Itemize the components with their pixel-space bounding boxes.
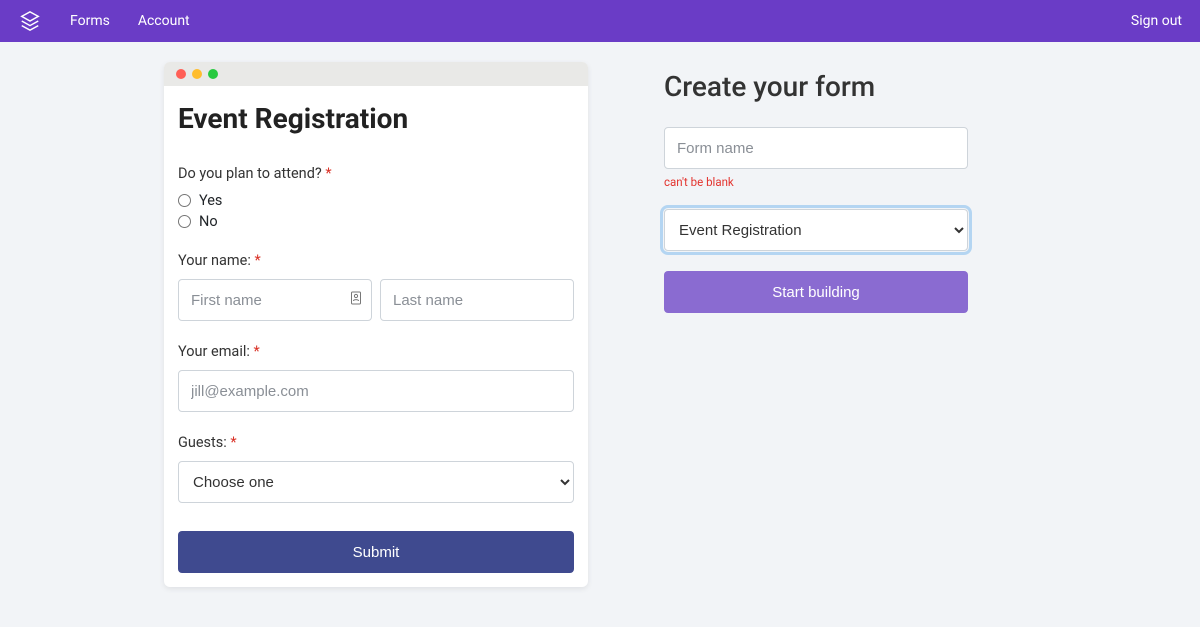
nav-account-link[interactable]: Account	[138, 13, 190, 29]
preview-title: Event Registration	[178, 102, 574, 135]
email-label: Your email: *	[178, 343, 574, 360]
attend-label-text: Do you plan to attend?	[178, 165, 325, 182]
logo-icon[interactable]	[18, 9, 42, 33]
start-building-button[interactable]: Start building	[664, 271, 968, 313]
required-asterisk: *	[230, 434, 236, 451]
required-asterisk: *	[325, 165, 331, 182]
window-max-icon	[208, 69, 218, 79]
attend-yes-radio[interactable]	[178, 194, 191, 207]
window-close-icon	[176, 69, 186, 79]
attend-field: Do you plan to attend? * Yes No	[178, 165, 574, 230]
last-name-input[interactable]	[380, 279, 574, 321]
name-label: Your name: *	[178, 252, 574, 269]
attend-yes-row[interactable]: Yes	[178, 192, 574, 209]
attend-yes-label: Yes	[199, 192, 222, 209]
guests-field: Guests: * Choose one	[178, 434, 574, 503]
email-label-text: Your email:	[178, 343, 253, 360]
preview-body: Event Registration Do you plan to attend…	[164, 86, 588, 587]
attend-label: Do you plan to attend? *	[178, 165, 574, 182]
required-asterisk: *	[254, 252, 260, 269]
form-preview-card: Event Registration Do you plan to attend…	[164, 62, 588, 587]
nav-left: Forms Account	[18, 9, 190, 33]
window-min-icon	[192, 69, 202, 79]
main-content: Event Registration Do you plan to attend…	[164, 42, 1200, 627]
submit-button[interactable]: Submit	[178, 531, 574, 573]
guests-select[interactable]: Choose one	[178, 461, 574, 503]
template-select[interactable]: Event Registration	[664, 209, 968, 251]
nav-forms-link[interactable]: Forms	[70, 13, 110, 29]
navbar: Forms Account Sign out	[0, 0, 1200, 42]
email-input[interactable]	[178, 370, 574, 412]
guests-label: Guests: *	[178, 434, 574, 451]
builder-title: Create your form	[664, 70, 968, 103]
builder-panel: Create your form can't be blank Event Re…	[664, 62, 968, 313]
attend-no-row[interactable]: No	[178, 213, 574, 230]
nav-signout-link[interactable]: Sign out	[1131, 13, 1182, 29]
name-field: Your name: *	[178, 252, 574, 321]
attend-no-radio[interactable]	[178, 215, 191, 228]
attend-no-label: No	[199, 213, 218, 230]
name-label-text: Your name:	[178, 252, 254, 269]
email-field: Your email: *	[178, 343, 574, 412]
nav-right: Sign out	[1131, 13, 1182, 29]
form-name-input[interactable]	[664, 127, 968, 169]
first-name-input[interactable]	[178, 279, 372, 321]
form-name-error: can't be blank	[664, 175, 968, 189]
window-chrome	[164, 62, 588, 86]
guests-label-text: Guests:	[178, 434, 230, 451]
required-asterisk: *	[253, 343, 259, 360]
